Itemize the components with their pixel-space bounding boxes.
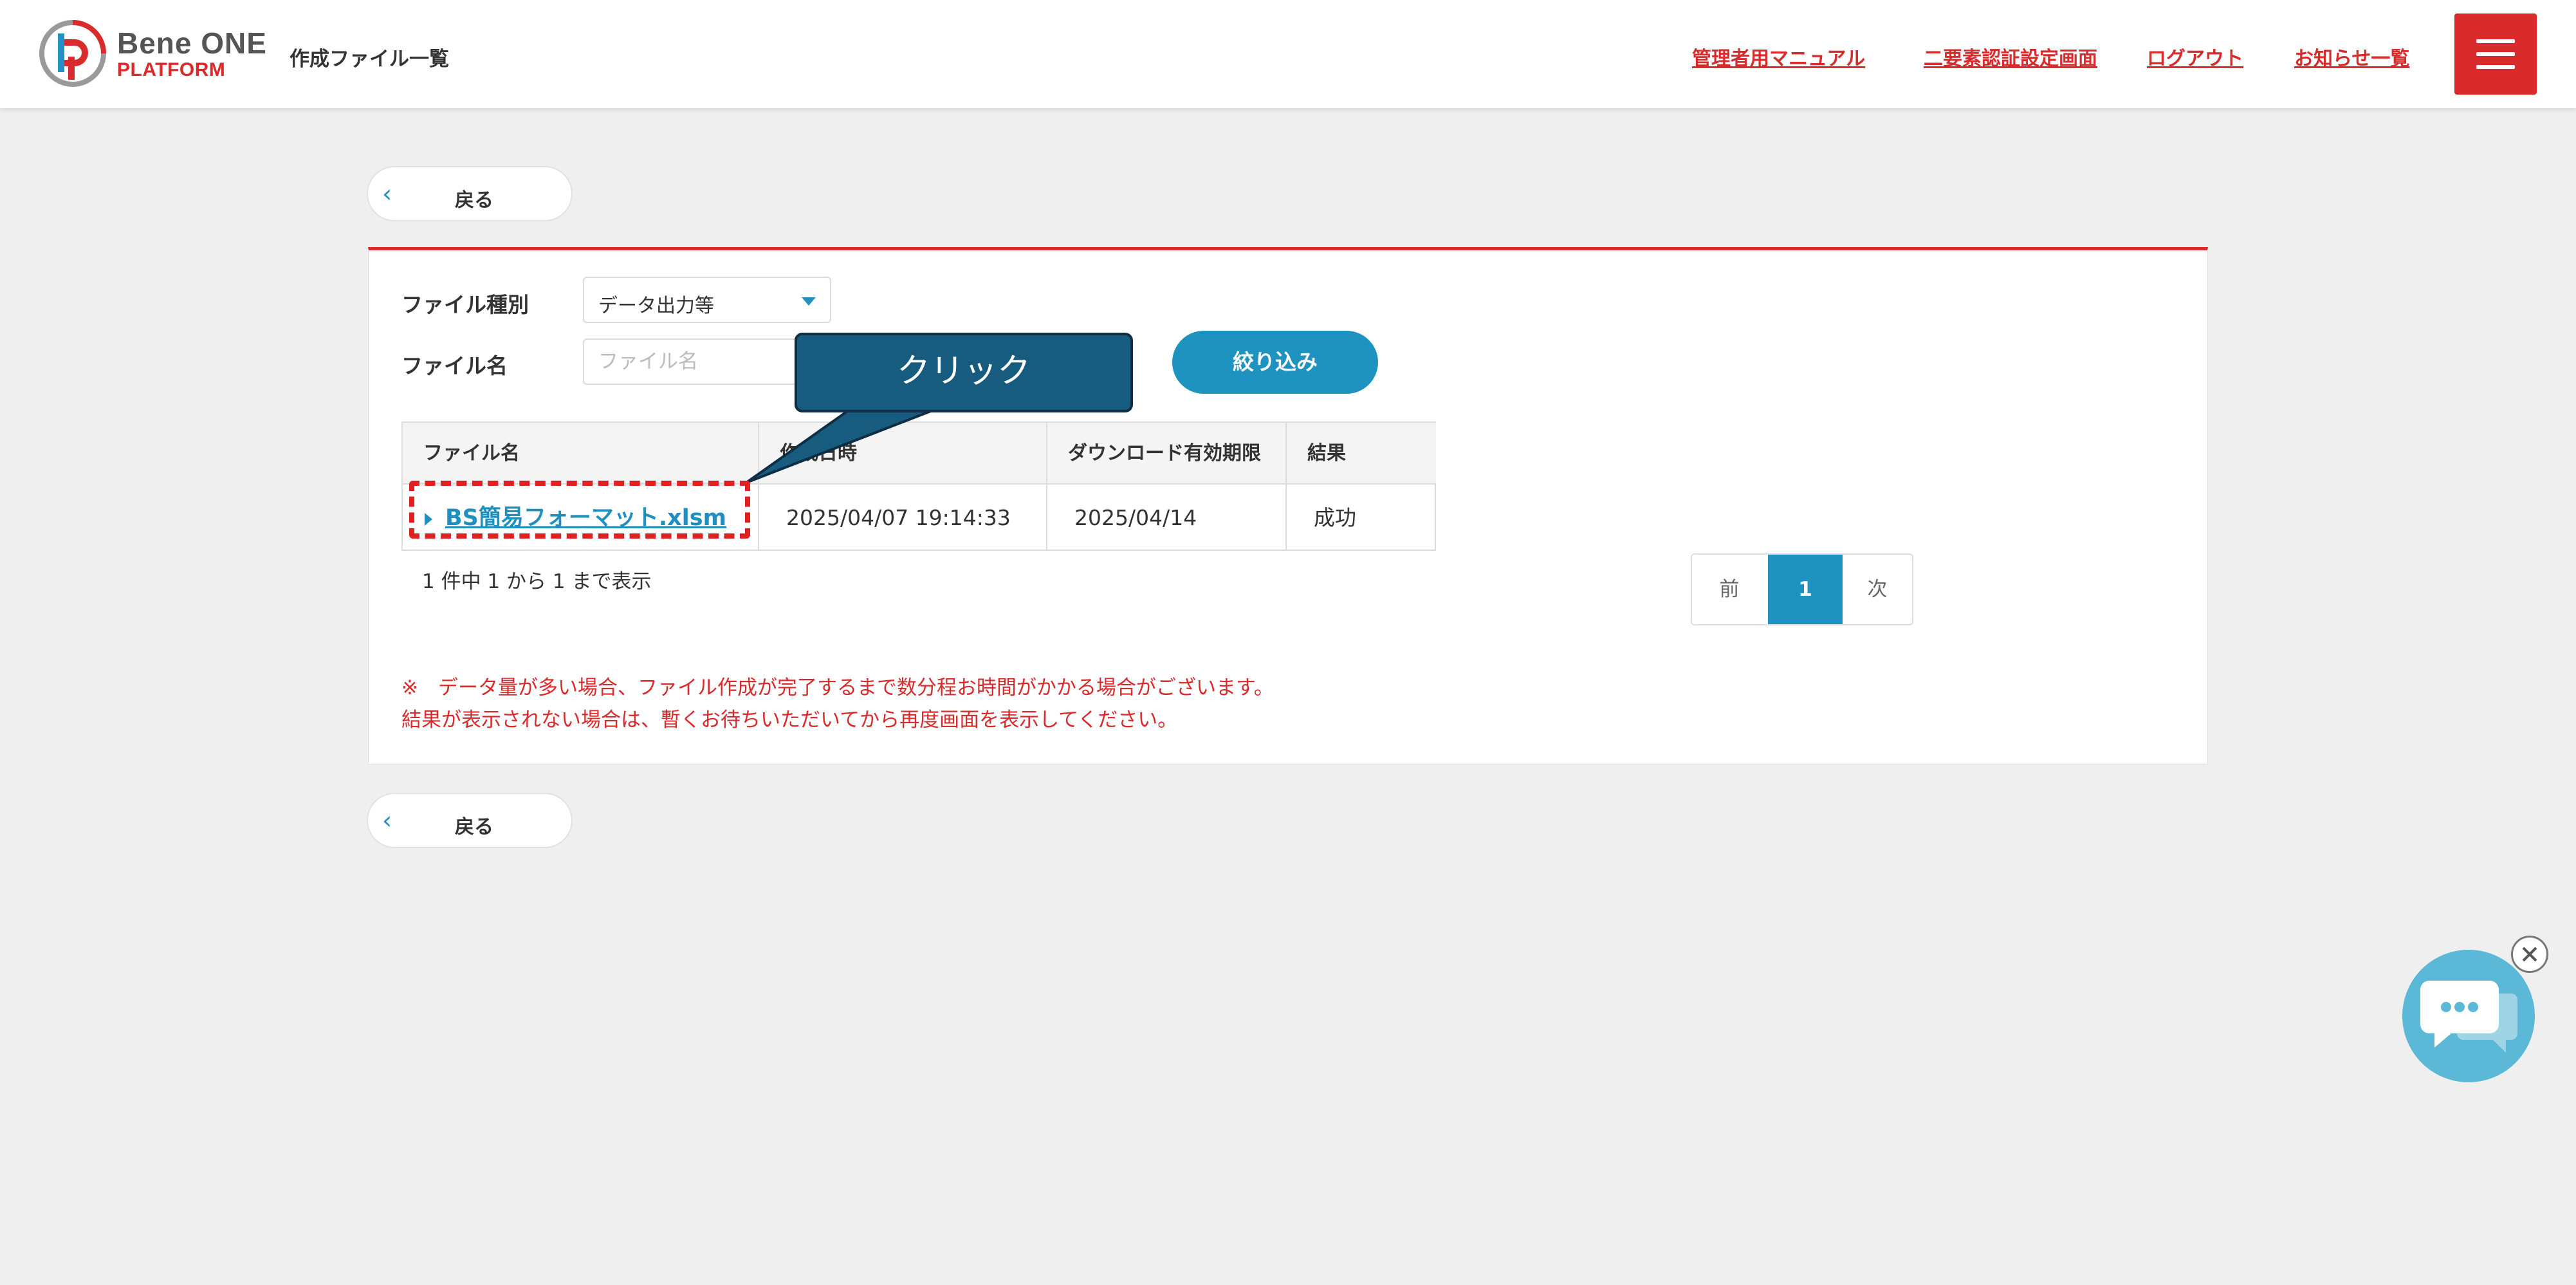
annotation-callout: クリック bbox=[795, 333, 1133, 412]
logo-subtitle: PLATFORM bbox=[117, 59, 226, 80]
page-title: 作成ファイル一覧 bbox=[290, 48, 449, 71]
cell-created-at: 2025/04/07 19:14:33 bbox=[759, 485, 1047, 551]
bene-logo-icon bbox=[39, 20, 106, 87]
file-type-select[interactable]: データ出力等 bbox=[583, 277, 831, 323]
file-type-label: ファイル種別 bbox=[401, 292, 529, 317]
note-line-2: 結果が表示されない場合は、暫くお待ちいただいてから再度画面を表示してください。 bbox=[401, 708, 1178, 732]
pagination-next[interactable]: 次 bbox=[1840, 555, 1912, 624]
nav-manual-link[interactable]: 管理者用マニュアル bbox=[1692, 42, 1865, 71]
column-header-file-name: ファイル名 bbox=[403, 423, 759, 485]
file-type-selected: データ出力等 bbox=[598, 295, 714, 317]
back-button-label: 戻る bbox=[455, 816, 493, 838]
column-header-expires: ダウンロード有効期限 bbox=[1047, 423, 1287, 485]
column-header-created-at: 作成日時 bbox=[759, 423, 1047, 485]
file-name-label: ファイル名 bbox=[401, 353, 508, 378]
back-button-top[interactable]: ‹ 戻る bbox=[367, 166, 573, 221]
cell-result: 成功 bbox=[1314, 505, 1356, 530]
chevron-down-icon bbox=[802, 297, 816, 306]
pagination-page-1[interactable]: 1 bbox=[1768, 555, 1843, 624]
menu-button[interactable] bbox=[2454, 14, 2537, 95]
nav-logout-link[interactable]: ログアウト bbox=[2147, 42, 2243, 71]
back-button-label: 戻る bbox=[455, 189, 493, 212]
note-line-1: ※ データ量が多い場合、ファイル作成が完了するまで数分程お時間がかかる場合がござ… bbox=[401, 676, 1274, 699]
header: Bene ONE PLATFORM 作成ファイル一覧 管理者用マニュアル 二要素… bbox=[0, 0, 2576, 108]
record-count-text: 1 件中 1 から 1 まで表示 bbox=[422, 570, 652, 593]
filter-button[interactable]: 絞り込み bbox=[1172, 331, 1378, 394]
nav-notices-link[interactable]: お知らせ一覧 bbox=[2294, 42, 2409, 71]
hamburger-icon bbox=[2476, 39, 2515, 43]
logo-title: Bene ONE bbox=[117, 26, 267, 60]
chat-close-button[interactable] bbox=[2511, 936, 2548, 973]
cell-expires: 2025/04/14 bbox=[1047, 485, 1287, 551]
pagination-prev[interactable]: 前 bbox=[1692, 555, 1767, 624]
back-button-bottom[interactable]: ‹ 戻る bbox=[367, 793, 573, 848]
nav-two-factor-link[interactable]: 二要素認証設定画面 bbox=[1924, 42, 2097, 71]
hamburger-icon-bar bbox=[2476, 65, 2515, 69]
column-header-result: 結果 bbox=[1287, 423, 1436, 485]
annotation-highlight-box bbox=[409, 481, 750, 539]
pagination: 前 1 次 bbox=[1691, 553, 1913, 625]
hamburger-icon-bar bbox=[2476, 52, 2515, 56]
close-icon bbox=[2522, 947, 2537, 962]
